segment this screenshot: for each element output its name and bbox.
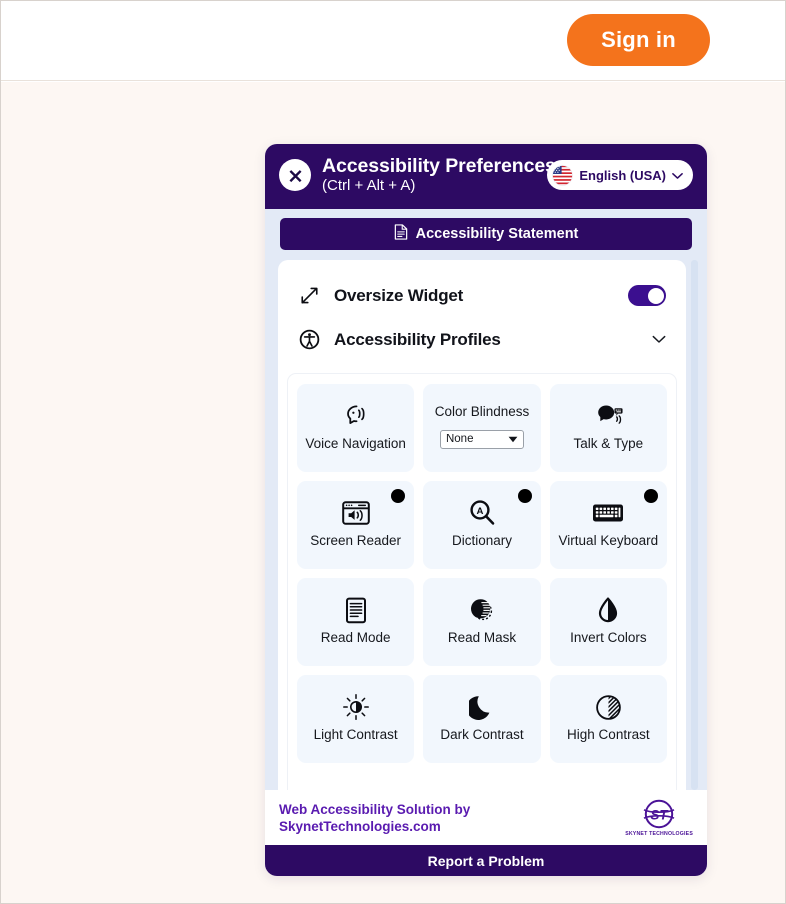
feature-label-read-mode: Read Mode: [320, 630, 391, 646]
feature-label-talk-and-type: Talk & Type: [573, 436, 644, 452]
browser-page: Sign in Accessibility Preferences (Ctrl …: [0, 0, 786, 904]
footer-credit-line-2: SkynetTechnologies.com: [279, 819, 441, 834]
settings-toggle-list: Oversize Widget Accessibility Profiles: [278, 260, 686, 364]
dictionary-icon: A: [468, 498, 496, 528]
feature-label-virtual-keyboard: Virtual Keyboard: [558, 533, 659, 549]
setting-label-oversize-widget: Oversize Widget: [334, 285, 464, 305]
feature-grid-container: Voice Navigation Color Blindness None Ta…: [287, 372, 677, 790]
feature-tile-talk-and-type[interactable]: Talk & Type: [549, 383, 667, 472]
color-blindness-select[interactable]: None: [439, 429, 524, 449]
feature-tile-invert-colors[interactable]: Invert Colors: [549, 577, 667, 666]
feature-label-screen-reader: Screen Reader: [310, 533, 402, 549]
widget-title-block: Accessibility Preferences (Ctrl + Alt + …: [322, 155, 556, 195]
read-mask-icon: [468, 595, 496, 625]
skynet-logo-icon: ST: [643, 799, 675, 829]
screen-reader-icon: [341, 498, 371, 528]
feature-label-high-contrast: High Contrast: [567, 727, 650, 743]
feature-label-color-blindness: Color Blindness: [434, 404, 530, 420]
feature-tile-read-mode[interactable]: Read Mode: [297, 577, 415, 666]
feature-tile-light-contrast[interactable]: Light Contrast: [297, 674, 415, 763]
feature-label-light-contrast: Light Contrast: [313, 727, 398, 743]
read-mode-icon: [345, 595, 367, 625]
close-icon[interactable]: [279, 159, 311, 192]
report-a-problem-button[interactable]: Report a Problem: [265, 845, 707, 876]
language-selector[interactable]: English (USA): [547, 160, 693, 191]
feature-label-read-mask: Read Mask: [447, 630, 517, 646]
language-label: English (USA): [579, 167, 666, 183]
accessibility-statement-button[interactable]: Accessibility Statement: [280, 217, 692, 250]
page-title: Accessibility Preferences: [322, 155, 556, 177]
feature-tile-screen-reader[interactable]: Screen Reader: [297, 480, 415, 569]
footer-credit-line-1: Web Accessibility Solution by: [279, 801, 471, 817]
feature-tile-dictionary[interactable]: A Dictionary: [423, 480, 541, 569]
widget-scroll-wrapper: Oversize Widget Accessibility Profiles V…: [265, 259, 707, 790]
feature-grid: Voice Navigation Color Blindness None Ta…: [297, 383, 667, 763]
talk-and-type-icon: [593, 401, 624, 431]
widget-content-card: Oversize Widget Accessibility Profiles V…: [278, 259, 686, 790]
feature-label-dark-contrast: Dark Contrast: [440, 727, 524, 743]
site-topbar: Sign in: [1, 1, 785, 81]
statement-row: Accessibility Statement: [265, 209, 707, 260]
setting-label-accessibility-profiles: Accessibility Profiles: [334, 329, 501, 349]
feature-tile-voice-navigation[interactable]: Voice Navigation: [297, 383, 415, 472]
feature-label-dictionary: Dictionary: [451, 533, 512, 549]
us-flag-icon: [552, 164, 574, 186]
info-badge-icon-dictionary[interactable]: [517, 488, 532, 503]
chevron-down-icon-profiles[interactable]: [652, 331, 666, 349]
expand-arrows-icon: [298, 285, 320, 306]
accessibility-widget-panel: Accessibility Preferences (Ctrl + Alt + …: [265, 144, 707, 876]
high-contrast-icon: [595, 692, 622, 722]
widget-scrollbar-thumb[interactable]: [691, 259, 698, 410]
widget-header: Accessibility Preferences (Ctrl + Alt + …: [265, 144, 707, 209]
feature-tile-color-blindness[interactable]: Color Blindness None: [423, 383, 541, 472]
footer-credit[interactable]: Web Accessibility Solution by SkynetTech…: [279, 801, 470, 836]
setting-row-accessibility-profiles[interactable]: Accessibility Profiles: [298, 318, 666, 362]
info-badge-icon-screen-reader[interactable]: [391, 488, 406, 503]
svg-text:A: A: [477, 507, 484, 518]
widget-shortcut-hint: (Ctrl + Alt + A): [322, 176, 416, 194]
moon-icon: [469, 692, 494, 722]
feature-tile-virtual-keyboard[interactable]: Virtual Keyboard: [549, 480, 667, 569]
oversize-widget-toggle[interactable]: [628, 285, 666, 307]
setting-row-oversize-widget[interactable]: Oversize Widget: [298, 274, 666, 318]
feature-tile-read-mask[interactable]: Read Mask: [423, 577, 541, 666]
feature-label-invert-colors: Invert Colors: [570, 630, 647, 646]
skynet-logo-caption: SKYNET TECHNOLOGIES: [625, 831, 693, 837]
color-blindness-select-wrapper: None: [439, 429, 524, 449]
accessibility-statement-label: Accessibility Statement: [415, 225, 579, 242]
skynet-logo: ST SKYNET TECHNOLOGIES: [625, 799, 693, 837]
chevron-down-icon: [672, 168, 683, 183]
sun-icon: [342, 692, 370, 722]
feature-tile-high-contrast[interactable]: High Contrast: [549, 674, 667, 763]
widget-footer: Web Accessibility Solution by SkynetTech…: [265, 790, 707, 845]
sign-in-button[interactable]: Sign in: [567, 14, 710, 66]
invert-colors-icon: [597, 595, 619, 625]
voice-navigation-icon: [341, 401, 371, 431]
virtual-keyboard-icon: [592, 498, 624, 528]
feature-tile-dark-contrast[interactable]: Dark Contrast: [423, 674, 541, 763]
widget-scrollbar[interactable]: [691, 259, 698, 790]
svg-text:ST: ST: [650, 807, 669, 822]
feature-label-voice-navigation: Voice Navigation: [305, 436, 406, 452]
document-icon: [394, 223, 408, 244]
accessibility-person-icon: [298, 329, 320, 350]
info-badge-icon-virtual-keyboard[interactable]: [644, 488, 658, 503]
